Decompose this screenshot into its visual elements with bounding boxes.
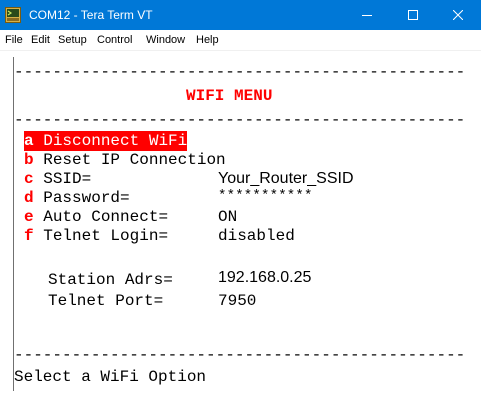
- option-key: e: [24, 208, 34, 226]
- separator-mid: ----------------------------------------…: [14, 111, 466, 129]
- menu-file[interactable]: File: [5, 34, 23, 46]
- option-auto-connect[interactable]: e Auto Connect=: [24, 207, 168, 227]
- option-reset-ip[interactable]: b Reset IP Connection: [24, 150, 226, 170]
- terminal-area[interactable]: ----------------------------------------…: [0, 51, 481, 395]
- option-key: f: [24, 227, 34, 245]
- option-label: Disconnect WiFi: [43, 132, 188, 150]
- menu-help[interactable]: Help: [196, 34, 219, 46]
- option-ssid[interactable]: c SSID=: [24, 169, 91, 189]
- close-icon: [453, 10, 463, 20]
- option-disconnect-wifi[interactable]: a Disconnect WiFi: [24, 131, 188, 151]
- station-address-value: 192.168.0.25: [218, 269, 312, 286]
- window-title: COM12 - Tera Term VT: [29, 8, 153, 22]
- minimize-icon: [362, 15, 372, 16]
- tera-term-icon[interactable]: [5, 7, 21, 23]
- option-label: Reset IP Connection: [43, 151, 226, 169]
- command-prompt: Select a WiFi Option: [14, 368, 207, 386]
- telnet-port-value: 7950: [218, 292, 257, 310]
- separator-bottom: ----------------------------------------…: [14, 346, 466, 364]
- option-key: a: [24, 132, 34, 150]
- menu-title: WIFI MENU: [186, 87, 273, 105]
- close-button[interactable]: [435, 0, 481, 30]
- menu-edit[interactable]: Edit: [31, 34, 50, 46]
- option-telnet-login[interactable]: f Telnet Login=: [24, 226, 168, 246]
- telnet-login-value: disabled: [218, 227, 295, 245]
- option-label: SSID=: [43, 170, 92, 188]
- password-value: ***********: [218, 188, 313, 204]
- menu-window[interactable]: Window: [146, 34, 185, 46]
- maximize-button[interactable]: [390, 0, 436, 30]
- option-label: Auto Connect=: [43, 208, 169, 226]
- station-address-label: Station Adrs=: [48, 271, 173, 289]
- option-password[interactable]: d Password=: [24, 188, 130, 208]
- option-label: Telnet Login=: [43, 227, 169, 245]
- terminal-left-border: [13, 57, 14, 391]
- menu-bar: File Edit Setup Control Window Help: [0, 30, 481, 51]
- option-label: Password=: [43, 189, 130, 207]
- separator-top: ----------------------------------------…: [14, 63, 466, 81]
- option-key: c: [24, 170, 34, 188]
- menu-control[interactable]: Control: [97, 34, 132, 46]
- menu-setup[interactable]: Setup: [58, 34, 87, 46]
- maximize-icon: [408, 10, 418, 20]
- minimize-button[interactable]: [344, 0, 390, 30]
- tera-term-window: COM12 - Tera Term VT File Edit Setup Con…: [0, 0, 481, 395]
- option-key: d: [24, 189, 34, 207]
- auto-connect-value: ON: [218, 208, 238, 226]
- title-bar[interactable]: COM12 - Tera Term VT: [0, 0, 481, 30]
- option-key: b: [24, 151, 34, 169]
- telnet-port-label: Telnet Port=: [48, 292, 164, 310]
